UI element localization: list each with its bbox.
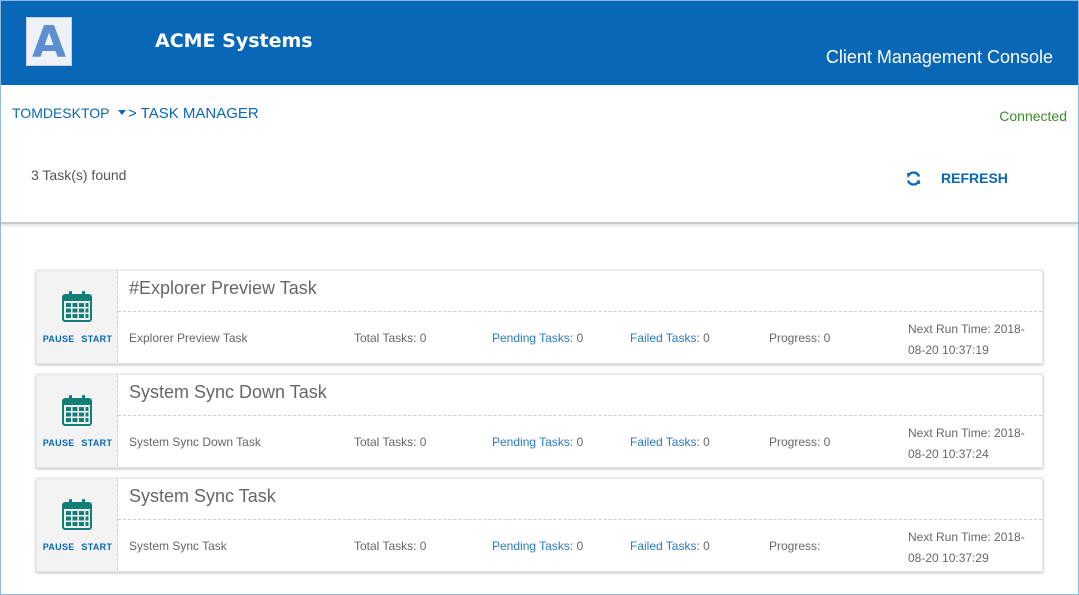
task-progress: Progress: 0: [769, 331, 831, 345]
pending-tasks: Pending Tasks: 0: [492, 539, 583, 553]
failed-tasks-value: : 0: [696, 435, 710, 449]
pending-tasks-value: : 0: [569, 435, 584, 449]
calendar-icon: [62, 395, 92, 426]
company-name: ACME Systems: [155, 30, 313, 52]
refresh-icon: [906, 170, 921, 186]
total-tasks: Total Tasks: 0: [354, 331, 427, 345]
task-progress: Progress: 0: [769, 435, 831, 449]
pending-tasks-value: : 0: [569, 331, 584, 345]
connection-status: Connected: [999, 108, 1067, 124]
total-tasks: Total Tasks: 0: [354, 539, 427, 553]
divider: [118, 415, 1042, 416]
task-name: System Sync Task: [129, 539, 227, 553]
machine-selector[interactable]: TOMDESKTOP: [12, 105, 126, 121]
next-run-time: Next Run Time: 2018-08-20 10:37:29: [908, 530, 1025, 565]
task-controls: PAUSE START: [37, 271, 118, 363]
start-button[interactable]: START: [81, 542, 112, 552]
task-card: PAUSE START #Explorer Preview Task Explo…: [36, 270, 1043, 364]
pause-button[interactable]: PAUSE: [43, 334, 75, 344]
calendar-icon: [62, 291, 92, 322]
start-button[interactable]: START: [81, 438, 112, 448]
console-title: Client Management Console: [825, 47, 1053, 67]
task-progress: Progress:: [769, 539, 821, 553]
task-controls: PAUSE START: [37, 375, 118, 467]
pending-tasks: Pending Tasks: 0: [492, 435, 583, 449]
task-card: PAUSE START System Sync Task System Sync…: [36, 478, 1043, 572]
start-button[interactable]: START: [81, 334, 112, 344]
task-title: System Sync Task: [129, 486, 276, 506]
task-controls: PAUSE START: [37, 479, 118, 571]
failed-tasks: Failed Tasks: 0: [630, 539, 710, 553]
breadcrumb-task-manager: > TASK MANAGER: [128, 105, 259, 122]
next-run-time: Next Run Time: 2018-08-20 10:37:19: [908, 322, 1025, 357]
calendar-icon: [62, 499, 92, 530]
pending-tasks-link[interactable]: Pending Tasks: [492, 435, 570, 449]
caret-down-icon: [117, 109, 126, 115]
task-actions: PAUSE START: [37, 334, 118, 344]
task-title: System Sync Down Task: [129, 382, 327, 402]
failed-tasks-value: : 0: [696, 539, 710, 553]
task-actions: PAUSE START: [37, 542, 118, 552]
task-count: 3 Task(s) found: [31, 167, 127, 183]
failed-tasks-link[interactable]: Failed Tasks: [630, 331, 696, 345]
company-logo: A: [26, 17, 72, 68]
refresh-button[interactable]: REFRESH: [905, 167, 1008, 189]
failed-tasks-value: : 0: [696, 331, 710, 345]
divider: [118, 311, 1042, 312]
pause-button[interactable]: PAUSE: [43, 542, 75, 552]
next-run-time: Next Run Time: 2018-08-20 10:37:24: [908, 426, 1025, 461]
divider: [118, 519, 1042, 520]
task-list: PAUSE START #Explorer Preview Task Explo…: [36, 270, 1043, 582]
task-title: #Explorer Preview Task: [129, 278, 317, 298]
failed-tasks: Failed Tasks: 0: [630, 331, 710, 345]
failed-tasks-link[interactable]: Failed Tasks: [630, 435, 696, 449]
failed-tasks: Failed Tasks: 0: [630, 435, 710, 449]
app-window: A ACME Systems Client Management Console…: [0, 0, 1079, 595]
pending-tasks-link[interactable]: Pending Tasks: [492, 539, 570, 553]
top-header: A ACME Systems Client Management Console: [1, 1, 1078, 85]
machine-name: TOMDESKTOP: [12, 105, 110, 121]
task-manager-toolbar: TOMDESKTOP > TASK MANAGER Connected 3 Ta…: [1, 85, 1078, 224]
task-name: Explorer Preview Task: [129, 331, 248, 345]
total-tasks: Total Tasks: 0: [354, 435, 427, 449]
pending-tasks-link[interactable]: Pending Tasks: [492, 331, 570, 345]
logo-letter: A: [31, 17, 67, 68]
task-card: PAUSE START System Sync Down Task System…: [36, 374, 1043, 468]
task-name: System Sync Down Task: [129, 435, 261, 449]
failed-tasks-link[interactable]: Failed Tasks: [630, 539, 696, 553]
pending-tasks-value: : 0: [569, 539, 584, 553]
pending-tasks: Pending Tasks: 0: [492, 331, 583, 345]
task-actions: PAUSE START: [37, 438, 118, 448]
refresh-label: REFRESH: [941, 170, 1008, 186]
pause-button[interactable]: PAUSE: [43, 438, 75, 448]
